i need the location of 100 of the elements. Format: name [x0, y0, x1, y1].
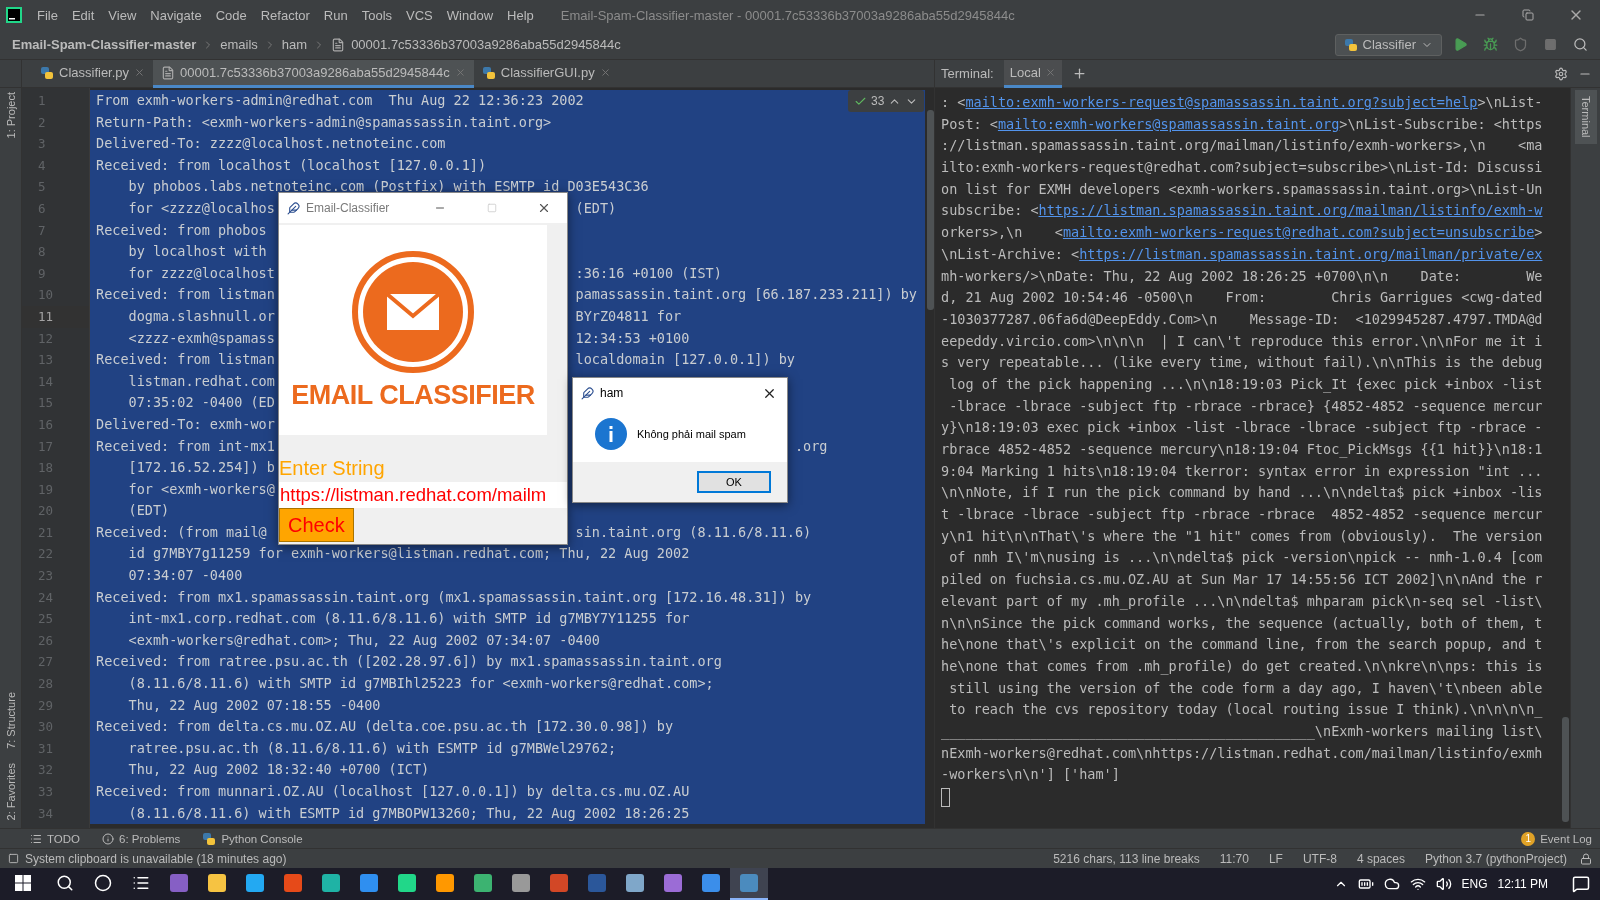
code-line: for zzzz@localhost [127, 263, 275, 283]
taskbar-app[interactable] [730, 868, 768, 900]
app-icon [398, 874, 416, 892]
terminal-text: eepeddy.vircio.com>\n\n\n | I can\'t reproduce this error.\n\nFor me it i [941, 331, 1543, 352]
code-line: 12:34:53 +0100 [575, 328, 690, 348]
menu-item[interactable]: Navigate [143, 7, 209, 23]
terminal-link[interactable]: mailto:exmh-workers-request@redhat.com?subject=unsubscribe [1062, 222, 1535, 244]
close-icon [537, 201, 551, 215]
circle-icon[interactable] [94, 874, 112, 892]
code-line: (EDT) [575, 198, 617, 218]
code-line: pamassassin.taint.org [66.187.233.211]) by [575, 285, 917, 305]
code-line: dogma.slashnull.or [127, 306, 275, 326]
menu-item[interactable]: File [30, 7, 65, 23]
menu-item[interactable]: Edit [64, 7, 102, 23]
tool-window-label[interactable]: 1: Project [4, 92, 17, 139]
tool-window-label[interactable]: 2: Favorites [4, 762, 17, 820]
scrollbar-thumb[interactable] [1562, 717, 1569, 822]
terminal-text: log of the pick happening ...\n\n18:19:03 Pick_It {exec pick +inbox -list [948, 374, 1543, 395]
terminal-text: nExmh-workers@redhat.com\nhttps://listman.redhat.com/mailman/listinfo/exmh [941, 743, 1543, 763]
search-icon[interactable] [56, 874, 74, 892]
breadcrumb[interactable]: Email-Spam-Classifier-master [12, 37, 197, 52]
breadcrumb[interactable]: 00001.7c53336b37003a9286aba55d2945844c [351, 37, 621, 52]
breadcrumb[interactable]: ham [281, 37, 308, 52]
app-icon [740, 874, 758, 892]
breadcrumb[interactable]: emails [220, 37, 258, 52]
prompt-label: Enter String [279, 457, 385, 480]
code-line: (EDT) [127, 501, 170, 521]
menu-item[interactable]: Code [208, 7, 254, 23]
tool-window-label[interactable]: 7: Structure [4, 691, 17, 749]
terminal-label: Terminal: [941, 66, 994, 81]
status-item[interactable]: 4 spaces [1349, 851, 1412, 866]
tool-window-button[interactable]: 6: Problems [102, 832, 181, 845]
add-icon[interactable] [1071, 66, 1087, 81]
code-line: .org [794, 436, 828, 456]
terminal-text: he\none that comes from .mh_profile) do get created.\n\nkre\n\nps: this is [941, 656, 1543, 677]
maximize-icon [487, 203, 497, 213]
menu-item[interactable]: Run [316, 7, 355, 23]
lock-icon[interactable] [1580, 852, 1592, 865]
tool-window-button[interactable]: Python Console [202, 831, 303, 846]
windows-logo-icon[interactable] [15, 875, 31, 891]
event-log-button[interactable]: Event Log [1540, 832, 1592, 845]
menu-item[interactable]: Tools [354, 7, 400, 23]
status-item[interactable]: 11:70 [1212, 851, 1256, 866]
terminal-link[interactable]: https://listman.spamassassin.taint.org/mailman/listinfo/exmh-w [1038, 200, 1543, 223]
menu-item[interactable]: View [101, 7, 144, 23]
cloud-icon[interactable] [1383, 876, 1400, 892]
tool-window-button[interactable]: TODO [30, 832, 80, 845]
info-icon [595, 418, 627, 450]
code-line: sin.taint.org (8.11.6/8.11.6) [575, 522, 812, 542]
input-field[interactable]: https://listman.redhat.com/mailm [279, 482, 567, 508]
code-line: (8.11.6/8.11.6) with SMTP id g7MBIhl25223 for <exmh-workers@redhat.com>; [127, 674, 714, 694]
run-configuration-dropdown[interactable]: Classifier [1334, 33, 1442, 56]
terminal-text: orkers>,\n < [941, 223, 1063, 243]
app-icon [322, 874, 340, 892]
settings-icon[interactable] [1554, 66, 1568, 81]
terminal-cursor [941, 788, 950, 807]
envelope-logo-icon [351, 250, 475, 374]
terminal-text: elevant part of my .mh_profile ...\n\ndelta$ mhparam pick\n-seq sel -list\ [941, 591, 1543, 612]
status-item[interactable]: Python 3.7 (pythonProject) [1417, 851, 1574, 866]
terminal-text: still using the version of the code form a day ago, I haven\'t\nbeen able [948, 678, 1543, 698]
app-icon [626, 874, 644, 892]
code-line: Received: from listman [96, 285, 275, 305]
editor-tab[interactable]: ClassifierGUI.py [473, 60, 619, 88]
terminal-link[interactable]: mailto:exmh-workers@spamassassin.taint.org [997, 113, 1340, 136]
speaker-icon[interactable] [1435, 876, 1452, 892]
code-line: Received: from mx1.spamassassin.taint.org (mx1.spamassassin.taint.org [172.16.48.31]) by [96, 587, 812, 607]
scrollbar-thumb[interactable] [927, 110, 934, 310]
terminal-link[interactable]: https://listman.spamassassin.taint.org/mailman/private/ex [1079, 243, 1543, 266]
battery-icon[interactable] [1357, 876, 1374, 892]
code-line: (8.11.6/8.11.6) with ESMTP id g7MBOPW13260; Thu, 22 Aug 2002 18:26:25 [127, 803, 690, 823]
task-view-icon[interactable] [132, 874, 150, 892]
dialog-title: ham [600, 386, 624, 400]
status-item[interactable]: LF [1261, 851, 1290, 866]
message-text: Không phải mail spam [637, 428, 746, 440]
terminal-link[interactable]: mailto:exmh-workers-request@spamassassin.taint.org?subject=help [965, 92, 1478, 114]
wifi-icon[interactable] [1409, 876, 1426, 892]
status-item[interactable]: 5216 chars, 113 line breaks [1046, 851, 1207, 866]
tool-window-label[interactable]: Terminal [1574, 90, 1597, 144]
terminal-text: mh-workers/>\nDate: Thu, 22 Aug 2002 18:26:25 +0700\n\n Date: We [941, 266, 1543, 286]
menu-item[interactable]: Refactor [253, 7, 317, 23]
terminal-text: subscribe: < [941, 201, 1039, 221]
ok-button[interactable]: OK [697, 471, 771, 493]
terminal-tab[interactable]: Local [1003, 59, 1062, 88]
menu-item[interactable]: Help [500, 7, 541, 23]
editor-tab[interactable]: 00001.7c53336b37003a9286aba55d2945844c [153, 60, 474, 88]
app-icon [664, 874, 682, 892]
python-icon [202, 831, 217, 846]
clock[interactable]: 12:11 PM [1497, 877, 1548, 891]
app-logo-icon [6, 7, 22, 23]
code-line: Received: from int-mx1 [96, 436, 275, 456]
find-widget[interactable]: 33 [848, 90, 925, 112]
python-icon [40, 65, 54, 80]
language-indicator[interactable]: ENG [1461, 877, 1488, 891]
status-item[interactable]: UTF-8 [1295, 851, 1344, 866]
notification-icon[interactable] [1572, 875, 1590, 893]
editor-tab[interactable]: Classifier.py [32, 60, 154, 88]
terminal-text: : < [941, 93, 966, 112]
menu-item[interactable]: Window [439, 7, 501, 23]
code-line: :36:16 +0100 (IST) [575, 263, 722, 283]
menu-item[interactable]: VCS [399, 7, 440, 23]
